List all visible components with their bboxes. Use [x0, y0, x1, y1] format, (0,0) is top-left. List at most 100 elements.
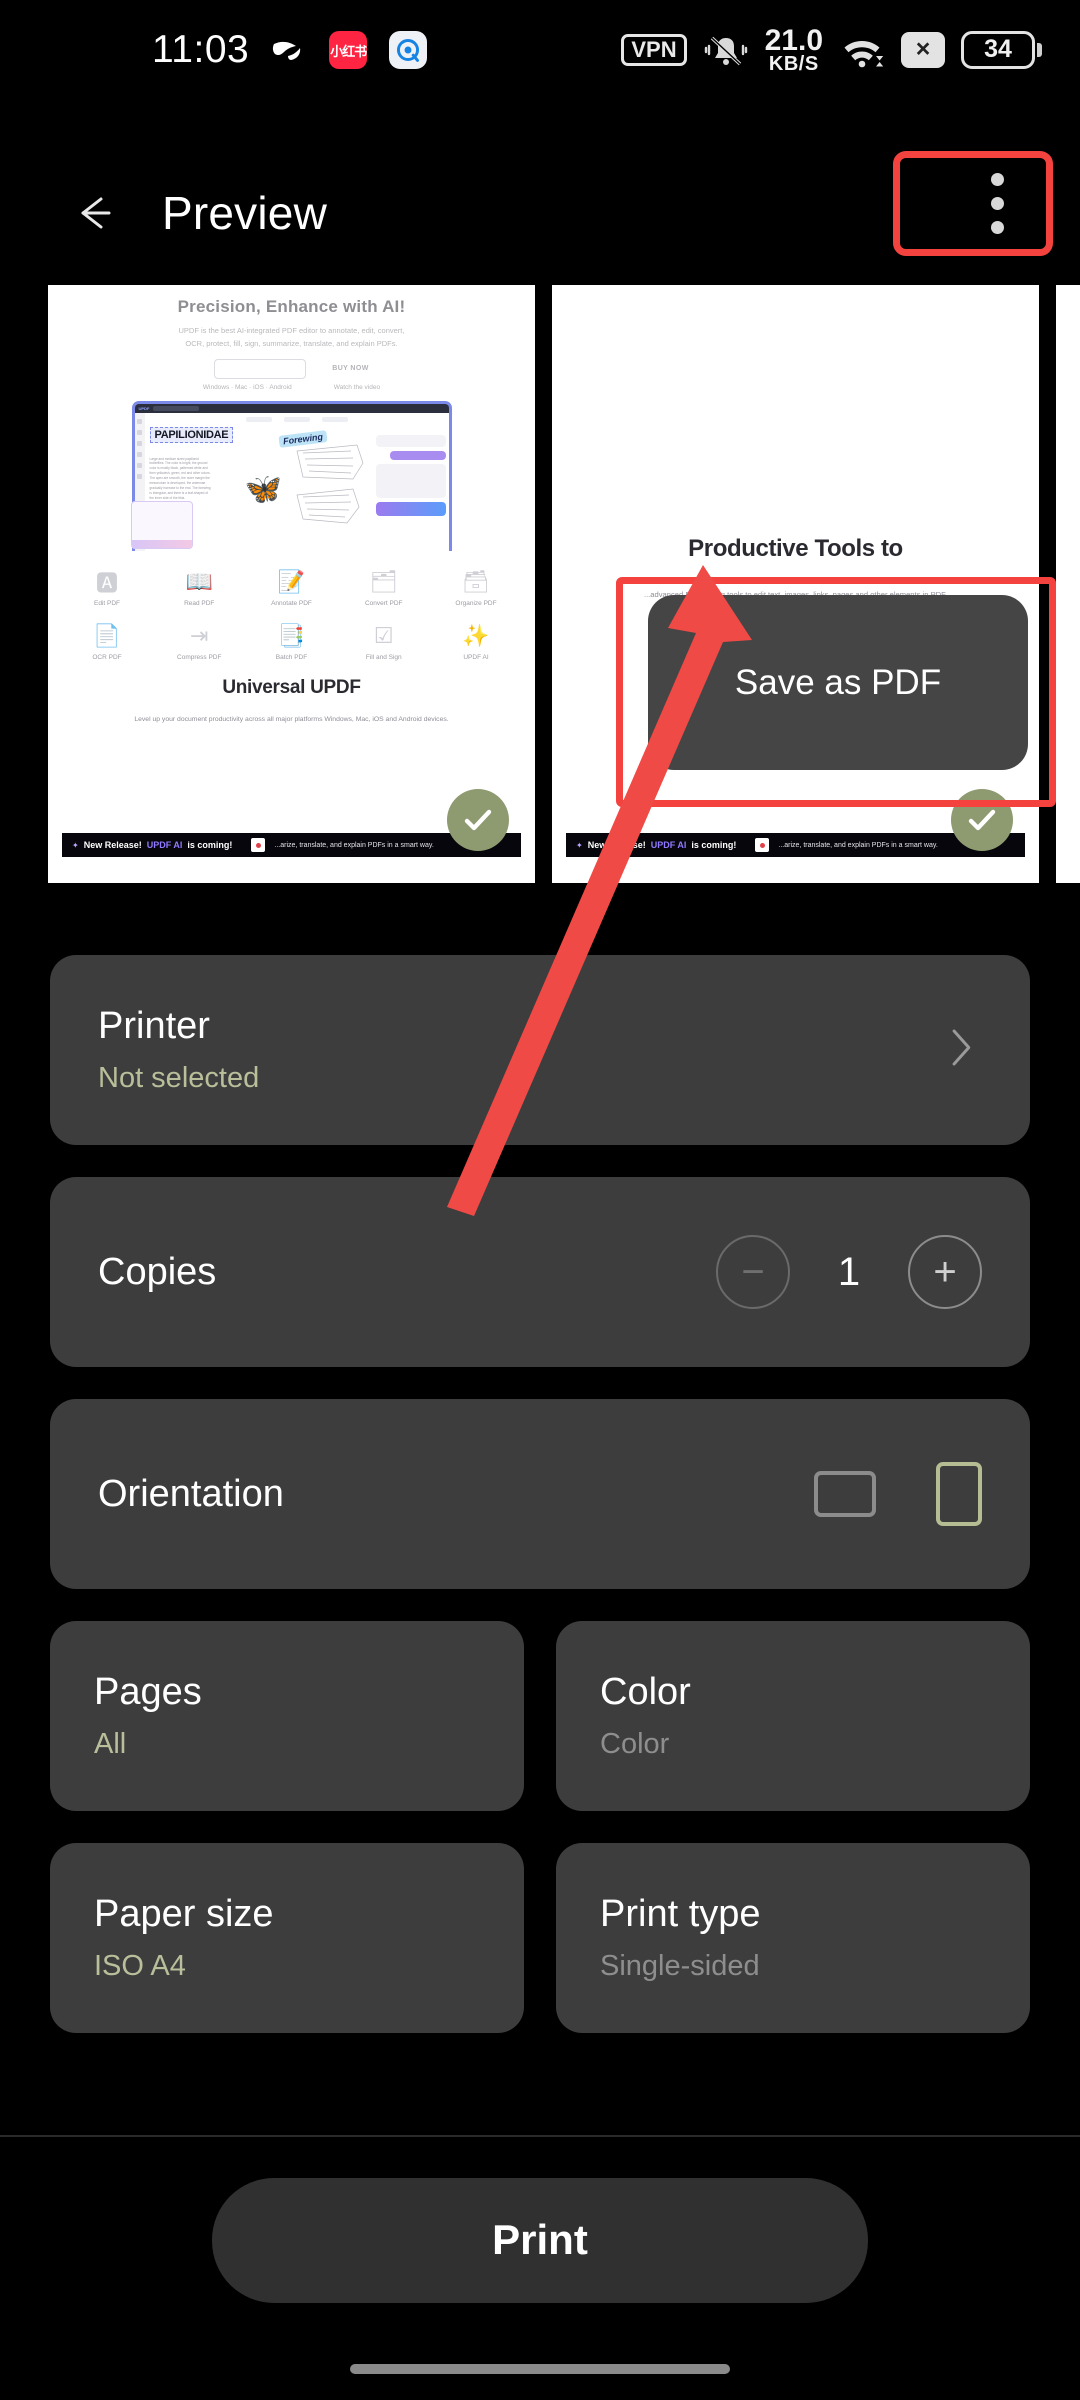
- bird-app-icon: [267, 29, 309, 71]
- save-as-pdf-highlight: [616, 577, 1056, 807]
- promo-subheading-1: UPDF is the best AI-integrated PDF edito…: [178, 326, 405, 335]
- ocr-pdf-icon: 📄: [93, 622, 121, 648]
- page-selected-check-1[interactable]: [447, 789, 509, 851]
- color-card[interactable]: Color Color: [556, 1621, 1030, 1811]
- orientation-landscape-icon[interactable]: [814, 1471, 876, 1517]
- convert-pdf-icon: 🗂: [369, 568, 398, 594]
- copies-value: 1: [837, 1249, 861, 1294]
- annotate-pdf-icon: 📝: [277, 568, 306, 594]
- close-badge: ×: [901, 31, 945, 68]
- settings-grid-row-1: Pages All Color Color: [50, 1621, 1030, 1811]
- network-speed: 21.0 KB/S: [764, 23, 823, 75]
- paper-size-label: Paper size: [94, 1893, 274, 1935]
- ai-chat-panel: [375, 434, 446, 516]
- copies-stepper[interactable]: − 1 +: [716, 1235, 982, 1309]
- banner-tail: ...arize, translate, and explain PDFs in…: [274, 841, 434, 849]
- clock: 11:03: [152, 28, 250, 71]
- banner-text-1: New Release!: [83, 840, 142, 850]
- app-tab: [153, 405, 200, 411]
- color-label: Color: [600, 1671, 691, 1713]
- app-bar: Preview: [0, 151, 1080, 270]
- promo-cta-row: BUY NOW: [48, 358, 535, 379]
- print-type-card[interactable]: Print type Single-sided: [556, 1843, 1030, 2033]
- banner-dot-icon: [755, 838, 770, 852]
- printer-label: Printer: [98, 1005, 210, 1047]
- tool-row-1: 🅰 Edit PDF 📖 Read PDF 📝 Annotate PDF 🗂 Conve…: [70, 567, 513, 607]
- orientation-portrait-icon[interactable]: [936, 1462, 982, 1526]
- color-value: Color: [600, 1728, 670, 1760]
- tool-item: ✨ UPDF AI: [439, 621, 513, 661]
- page-thumbnail-1[interactable]: Precision, Enhance with AI! UPDF is the …: [48, 285, 535, 883]
- overflow-menu-highlight: [893, 151, 1053, 256]
- tool-item: 🅰 Edit PDF: [70, 567, 144, 607]
- copies-decrement-button[interactable]: −: [716, 1235, 790, 1309]
- tool-item: 🗃 Organize PDF: [439, 567, 513, 607]
- orientation-options[interactable]: [814, 1462, 982, 1526]
- tool-item: 📖 Read PDF: [162, 567, 236, 607]
- tool-item: 📄 OCR PDF: [70, 621, 144, 661]
- print-type-label: Print type: [600, 1893, 761, 1935]
- status-bar: 11:03 小红书 VPN 21.0 KB/S × 34: [0, 0, 1080, 100]
- printer-row[interactable]: Printer Not selected: [50, 955, 1030, 1145]
- qq-browser-icon: [387, 29, 429, 71]
- battery-icon: 34: [961, 30, 1042, 69]
- copies-increment-button[interactable]: +: [908, 1235, 982, 1309]
- wing-diagram: [293, 439, 371, 534]
- page2-heading: Productive Tools to: [688, 535, 903, 562]
- promo-watch-video: Watch the video: [333, 383, 381, 391]
- paper-size-card[interactable]: Paper size ISO A4: [50, 1843, 524, 2033]
- doc-body-text: Large and medium sized papilionid butter…: [149, 456, 211, 501]
- status-bar-right: VPN 21.0 KB/S × 34: [621, 23, 1042, 75]
- promo-app-screenshot: UPDF PAPILIONIDAE Forewing Large and med…: [130, 400, 452, 551]
- back-button[interactable]: [58, 177, 130, 249]
- banner-text-1: New Release!: [587, 840, 646, 850]
- page-preview-strip[interactable]: Precision, Enhance with AI! UPDF is the …: [0, 285, 1080, 885]
- doc-title-text: PAPILIONIDAE: [149, 426, 234, 443]
- bell-muted-icon: [703, 30, 749, 70]
- page-title: Preview: [162, 186, 328, 239]
- pages-label: Pages: [94, 1671, 202, 1713]
- orientation-label: Orientation: [98, 1472, 284, 1515]
- universal-updf-description: Level up your document productivity acro…: [134, 715, 449, 723]
- print-type-value: Single-sided: [600, 1950, 760, 1982]
- compress-pdf-icon: ⇥: [190, 622, 209, 648]
- vpn-badge: VPN: [621, 33, 687, 67]
- tool-item: 🗂 Convert PDF: [347, 567, 421, 607]
- pages-card[interactable]: Pages All: [50, 1621, 524, 1811]
- paper-size-value: ISO A4: [94, 1950, 186, 1982]
- promo-meta-row: Windows · Mac · iOS · Android Watch the …: [48, 384, 535, 391]
- read-pdf-icon: 📖: [185, 568, 213, 594]
- promo-buy-now: BUY NOW: [332, 364, 369, 372]
- app-canvas: PAPILIONIDAE Forewing Large and medium s…: [130, 412, 449, 551]
- status-bar-left: 11:03 小红书: [152, 28, 429, 72]
- promo-platforms: Windows · Mac · iOS · Android: [202, 383, 292, 391]
- print-settings: Printer Not selected Copies − 1 + Orient…: [0, 955, 1080, 2065]
- xiaohongshu-icon: 小红书: [327, 29, 369, 71]
- banner-text-3: is coming!: [187, 840, 233, 850]
- home-indicator[interactable]: [350, 2364, 730, 2374]
- page-thumbnail-3[interactable]: [1056, 285, 1080, 883]
- banner-text-2: UPDF AI: [650, 840, 687, 850]
- copies-label: Copies: [98, 1250, 217, 1293]
- banner-text-3: is coming!: [691, 840, 737, 850]
- tool-item: ⇥ Compress PDF: [162, 621, 236, 661]
- bottom-divider: [0, 2135, 1080, 2137]
- batch-pdf-icon: 📑: [277, 622, 306, 648]
- three-dots-vertical-icon[interactable]: [990, 173, 1004, 234]
- tool-item: 📝 Annotate PDF: [255, 567, 329, 607]
- copies-row[interactable]: Copies − 1 +: [50, 1177, 1030, 1367]
- wifi-icon: [839, 31, 885, 69]
- banner-tail: ...arize, translate, and explain PDFs in…: [778, 841, 938, 849]
- organize-pdf-icon: 🗃: [462, 568, 490, 594]
- app-logo: UPDF: [138, 405, 150, 411]
- print-button[interactable]: Print: [212, 2177, 868, 2303]
- printer-value: Not selected: [98, 1062, 260, 1094]
- orientation-row[interactable]: Orientation: [50, 1399, 1030, 1589]
- tool-row-2: 📄 OCR PDF ⇥ Compress PDF 📑 Batch PDF ☑ Fill …: [70, 621, 513, 661]
- promo-subheading-2: OCR, protect, fill, sign, summarize, tra…: [185, 339, 398, 349]
- tool-grid: 🅰 Edit PDF 📖 Read PDF 📝 Annotate PDF 🗂 Conve…: [48, 567, 535, 661]
- promo-heading: Precision, Enhance with AI!: [177, 297, 406, 316]
- edit-pdf-icon: 🅰: [95, 570, 118, 596]
- pages-value: All: [94, 1728, 127, 1760]
- universal-updf-heading: Universal UPDF: [222, 676, 361, 698]
